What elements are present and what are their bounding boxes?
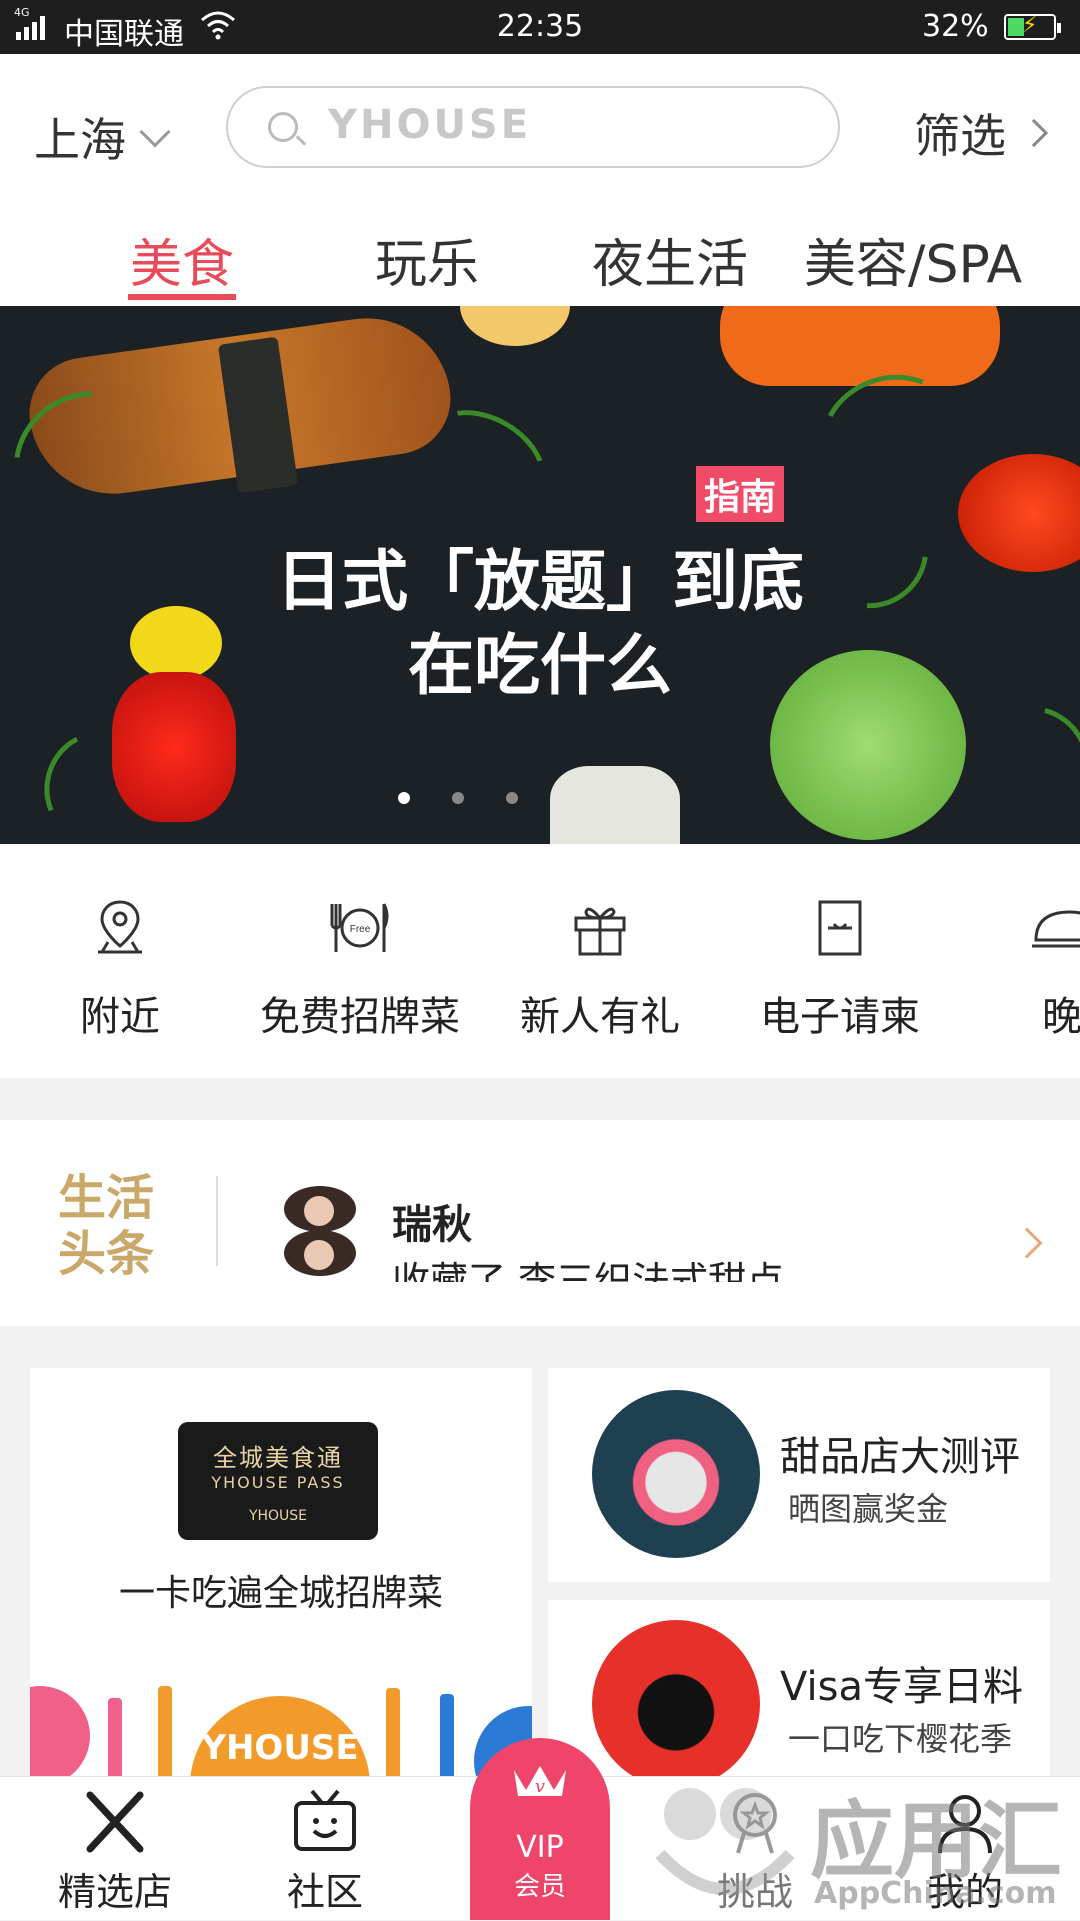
quick-item-evening[interactable]: 晚: [960, 844, 1080, 1078]
card-subtitle: 晒图赢奖金: [788, 1490, 949, 1528]
tab-beauty-spa[interactable]: 美容/SPA: [798, 222, 1028, 297]
avatar: [284, 1230, 356, 1276]
vip-button[interactable]: v VIP 会员: [470, 1738, 610, 1920]
pass-card-image: 全城美食通 YHOUSE PASS YHOUSE: [178, 1422, 378, 1540]
crown-icon: v: [514, 1766, 566, 1797]
nav-featured[interactable]: 精选店: [40, 1777, 190, 1921]
avatar: [284, 1186, 356, 1232]
filter-button[interactable]: 筛选: [914, 100, 1049, 166]
battery-percent: 32%: [922, 9, 989, 44]
status-bar: 4G 中国联通 22:35 32% ⚡: [0, 0, 1080, 54]
active-tab-indicator: [128, 294, 236, 300]
fork-decoration: [440, 1694, 454, 1780]
card-title: 甜品店大测评: [780, 1434, 1020, 1480]
city-selector[interactable]: 上海: [34, 104, 171, 170]
visa-japanese-card[interactable]: Visa专享日料 一口吃下樱花季: [548, 1600, 1050, 1776]
invitation-icon: [818, 900, 862, 956]
vip-label: VIP: [516, 1830, 564, 1865]
quick-item-label: 晚: [1042, 994, 1080, 1040]
filter-label: 筛选: [914, 109, 1006, 163]
nav-community[interactable]: 社区: [260, 1777, 390, 1921]
uni-image: [460, 306, 570, 346]
tab-food[interactable]: 美食: [128, 222, 236, 297]
headline-logo: 生活 头条: [58, 1170, 155, 1282]
free-dish-icon: Free: [330, 903, 389, 952]
salmon-image: [720, 306, 1000, 386]
illustration-decoration: [30, 1686, 90, 1780]
quick-item-invitation[interactable]: 电子请柬: [720, 844, 960, 1078]
gift-icon: [574, 907, 626, 956]
card-subtitle: 一口吃下樱花季: [788, 1720, 1013, 1758]
banner-tag: 指南: [696, 466, 785, 522]
svg-text:v: v: [535, 1776, 545, 1797]
tab-play[interactable]: 玩乐: [372, 222, 482, 297]
carousel-dot[interactable]: [398, 792, 410, 804]
life-headline[interactable]: 生活 头条 瑞秋 收藏了 李三织法式甜点: [0, 1120, 1080, 1326]
top-header: 上海 YHOUSE 筛选 美食 玩乐 夜生活 美容/SPA: [0, 54, 1080, 309]
banner-title-line1: 日式「放题」到底: [276, 543, 804, 620]
maki-roll-image: [550, 766, 680, 844]
chevron-down-icon: [139, 116, 171, 148]
quick-item-nearby[interactable]: 附近: [0, 844, 240, 1078]
quick-item-free-dish[interactable]: Free 免费招牌菜: [240, 844, 480, 1078]
cloche-icon: [1032, 910, 1080, 948]
vip-sublabel: 会员: [513, 1872, 566, 1902]
tv-smile-icon: [294, 1789, 356, 1851]
fork-decoration: [386, 1688, 400, 1780]
clock: 22:35: [496, 9, 584, 44]
city-label: 上海: [34, 113, 126, 167]
tab-nightlife[interactable]: 夜生活: [588, 222, 752, 297]
watermark-logo-icon: [655, 1788, 795, 1895]
svg-text:Free: Free: [350, 924, 371, 935]
divider: [216, 1176, 218, 1266]
battery-icon: ⚡: [1004, 13, 1061, 40]
illustration-text: YHOUSE: [201, 1728, 359, 1768]
headline-snippet: 收藏了 李三织法式甜点: [392, 1259, 785, 1282]
fork-knife-icon: [86, 1791, 144, 1853]
carousel-dot[interactable]: [452, 792, 464, 804]
banner-title-line2: 在吃什么: [408, 627, 672, 704]
quick-menu: 附近 Free 免费招牌菜 新人有礼 电子请柬 晚: [0, 844, 1080, 1078]
carousel-dot[interactable]: [506, 792, 518, 804]
quick-item-label: 电子请柬: [760, 994, 920, 1040]
chevron-right-icon: [1019, 118, 1049, 148]
quick-item-label: 免费招牌菜: [260, 994, 460, 1040]
pass-card-title: 一卡吃遍全城招牌菜: [118, 1573, 443, 1614]
search-icon: [268, 112, 298, 142]
pass-card[interactable]: 全城美食通 YHOUSE PASS YHOUSE 一卡吃遍全城招牌菜 YHOUS…: [30, 1368, 532, 1780]
dessert-image: [592, 1390, 760, 1558]
quick-item-gift[interactable]: 新人有礼: [480, 844, 720, 1078]
search-input[interactable]: YHOUSE: [226, 86, 840, 168]
garnish-decoration: [948, 684, 1080, 844]
headline-author: 瑞秋: [392, 1202, 472, 1248]
nav-label: 社区: [286, 1870, 363, 1914]
dessert-review-card[interactable]: 甜品店大测评 晒图赢奖金: [548, 1368, 1050, 1582]
fork-decoration: [108, 1698, 122, 1780]
quick-item-label: 新人有礼: [520, 994, 680, 1040]
location-pin-icon: [98, 900, 142, 954]
quick-item-label: 附近: [80, 994, 160, 1040]
fork-decoration: [158, 1686, 172, 1780]
card-title: Visa专享日料: [780, 1664, 1023, 1710]
japanese-dish-image: [592, 1620, 760, 1776]
search-placeholder: YHOUSE: [328, 102, 532, 148]
watermark-url: AppChina.com: [814, 1876, 1057, 1911]
promo-banner[interactable]: 指南 日式「放题」到底 在吃什么: [0, 306, 1080, 844]
chevron-right-icon: [1011, 1227, 1043, 1259]
nav-label: 精选店: [57, 1870, 172, 1914]
